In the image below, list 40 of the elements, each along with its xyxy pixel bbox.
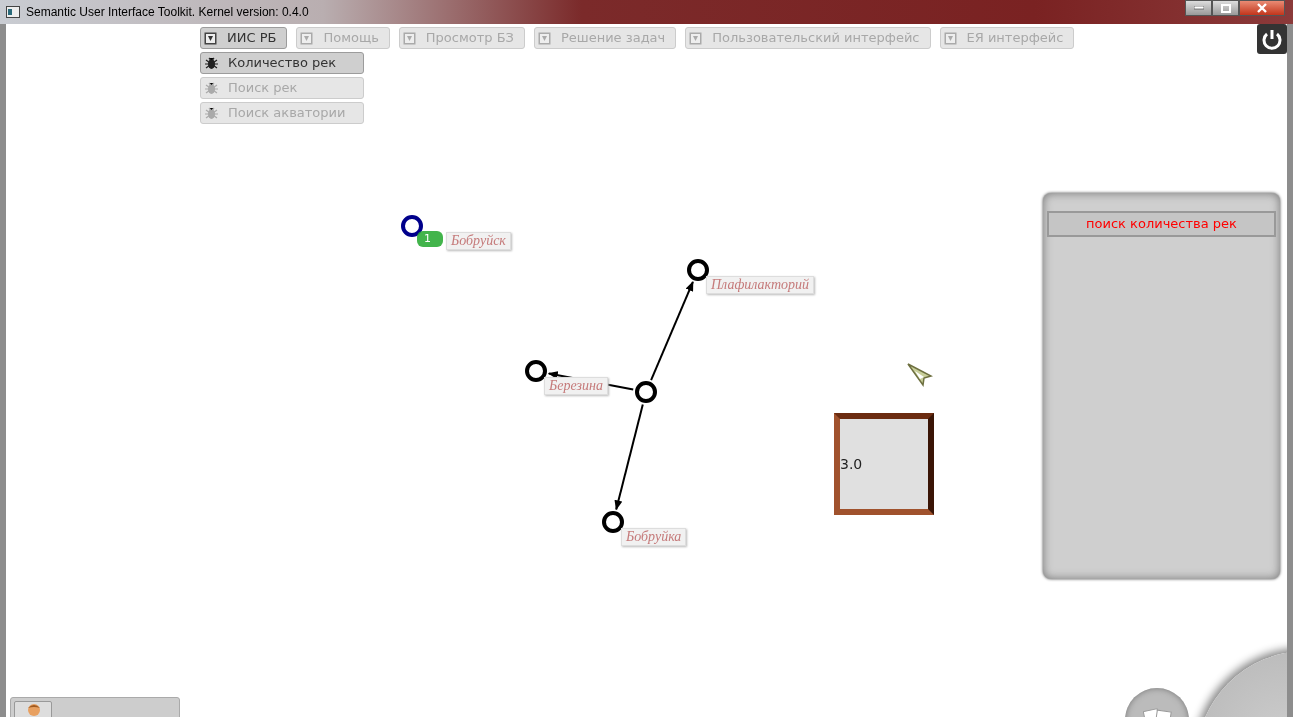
node-label: Бобруйка xyxy=(621,528,687,546)
menu-tab[interactable]: Решение задач xyxy=(533,27,677,49)
graph-node[interactable] xyxy=(401,215,423,237)
count-badge: 1 xyxy=(417,231,443,247)
node-label: Плафилакторий xyxy=(706,276,815,294)
maximize-button[interactable] xyxy=(1212,0,1239,16)
node-label: Березина xyxy=(544,377,608,395)
submenu-item[interactable]: Количество рек xyxy=(200,52,364,74)
menu-tab[interactable]: ИИС РБ xyxy=(200,27,288,49)
bug-icon xyxy=(205,81,218,95)
menu-tab[interactable]: Просмотр БЗ xyxy=(398,27,525,49)
down-arrow-icon xyxy=(402,31,416,45)
maximize-icon xyxy=(1220,3,1231,13)
avatar-icon xyxy=(25,703,43,717)
graph-node[interactable] xyxy=(525,360,547,382)
down-arrow-icon xyxy=(943,31,957,45)
menu-tab[interactable]: Помощь xyxy=(296,27,390,49)
down-arrow-icon xyxy=(204,31,217,45)
down-arrow-icon xyxy=(537,31,551,45)
graph-node[interactable] xyxy=(635,381,657,403)
avatar-button[interactable] xyxy=(14,701,52,717)
down-arrow-icon xyxy=(689,31,703,45)
cursor-icon xyxy=(907,363,933,389)
window-title: Semantic User Interface Toolkit. Kernel version: 0.4.0 xyxy=(26,4,309,21)
bug-icon xyxy=(205,56,218,70)
close-icon xyxy=(1257,3,1267,13)
power-button[interactable] xyxy=(1257,24,1287,54)
menu-tab[interactable]: Пользовательский интерфейс xyxy=(685,27,931,49)
bug-icon xyxy=(205,106,218,120)
minimize-button[interactable] xyxy=(1185,0,1212,16)
app-icon xyxy=(6,6,20,18)
value-text: 3.0 xyxy=(840,454,863,474)
down-arrow-icon xyxy=(300,31,314,45)
menu-tab[interactable]: ЕЯ интерфейс xyxy=(939,27,1075,49)
minimize-icon xyxy=(1193,6,1204,10)
close-button[interactable] xyxy=(1239,0,1285,16)
node-label: Бобруйск xyxy=(446,232,511,250)
graph-node[interactable] xyxy=(602,511,624,533)
panel-title: поиск количества рек xyxy=(1047,211,1276,237)
graph-node[interactable] xyxy=(687,259,709,281)
